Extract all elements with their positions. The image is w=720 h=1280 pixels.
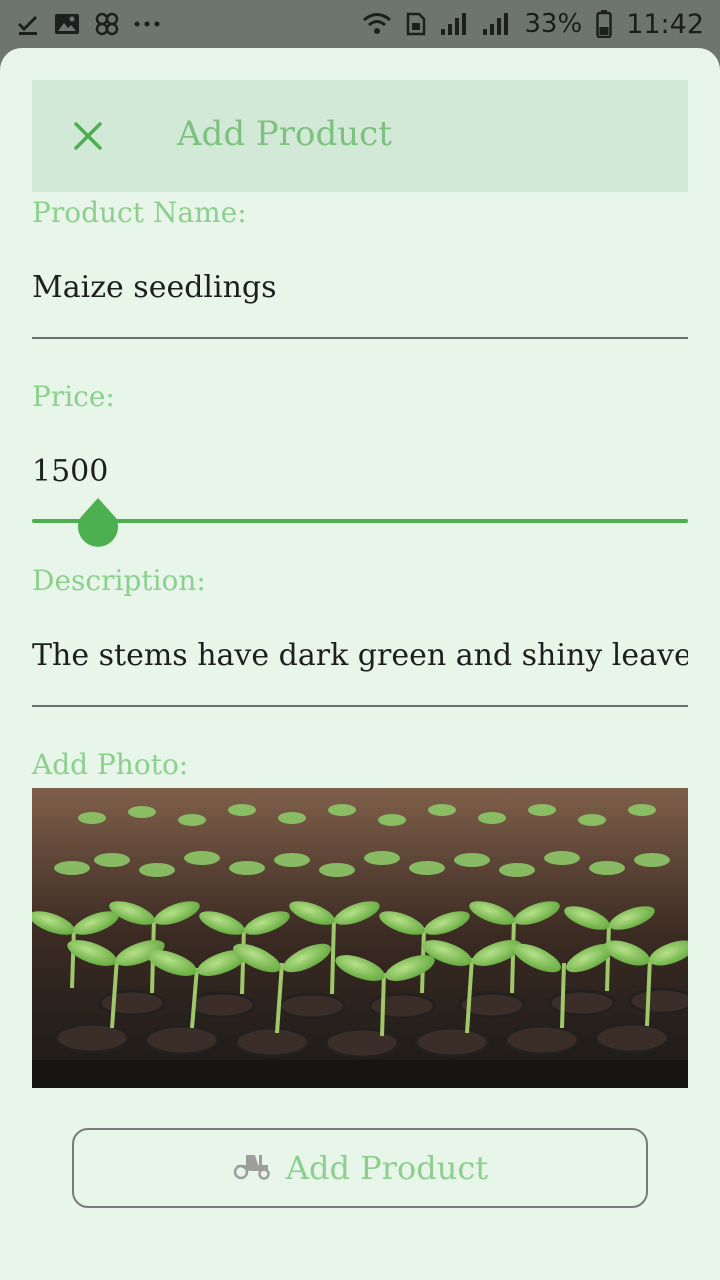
product-name-input[interactable]: Maize seedlings	[32, 270, 688, 305]
more-dots-icon	[134, 20, 160, 28]
product-name-underline	[32, 337, 688, 339]
add-product-button-label: Add Product	[285, 1149, 489, 1187]
price-label: Price:	[32, 380, 115, 413]
tractor-icon	[232, 1151, 272, 1185]
close-icon[interactable]	[68, 116, 108, 156]
pinwheel-icon	[94, 11, 120, 37]
status-left-icons	[16, 11, 160, 37]
add-product-button[interactable]: Add Product	[72, 1128, 648, 1208]
description-input[interactable]: The stems have dark green and shiny leav…	[32, 638, 688, 673]
description-underline	[32, 705, 688, 707]
product-name-label: Product Name:	[32, 196, 247, 229]
clock: 11:42	[626, 8, 704, 40]
battery-icon	[596, 10, 612, 38]
check-download-icon	[16, 12, 40, 36]
signal-icon	[440, 12, 468, 36]
description-label: Description:	[32, 564, 206, 597]
sheet-header: Add Product	[32, 80, 688, 192]
wifi-icon	[362, 12, 392, 36]
battery-percent: 33%	[524, 9, 583, 39]
signal-icon	[482, 12, 510, 36]
price-value: 1500	[32, 454, 109, 489]
add-product-sheet: Add Product Product Name: Maize seedling…	[0, 48, 720, 1280]
add-photo-label: Add Photo:	[32, 748, 189, 781]
sim-icon	[406, 12, 426, 36]
product-photo[interactable]	[32, 788, 688, 1088]
status-right-icons: 33% 11:42	[362, 9, 704, 40]
price-slider[interactable]	[32, 519, 688, 523]
price-slider-thumb[interactable]	[76, 496, 120, 550]
status-bar: 33% 11:42	[0, 0, 720, 48]
page-title: Add Product	[177, 114, 392, 154]
image-icon	[54, 12, 80, 36]
